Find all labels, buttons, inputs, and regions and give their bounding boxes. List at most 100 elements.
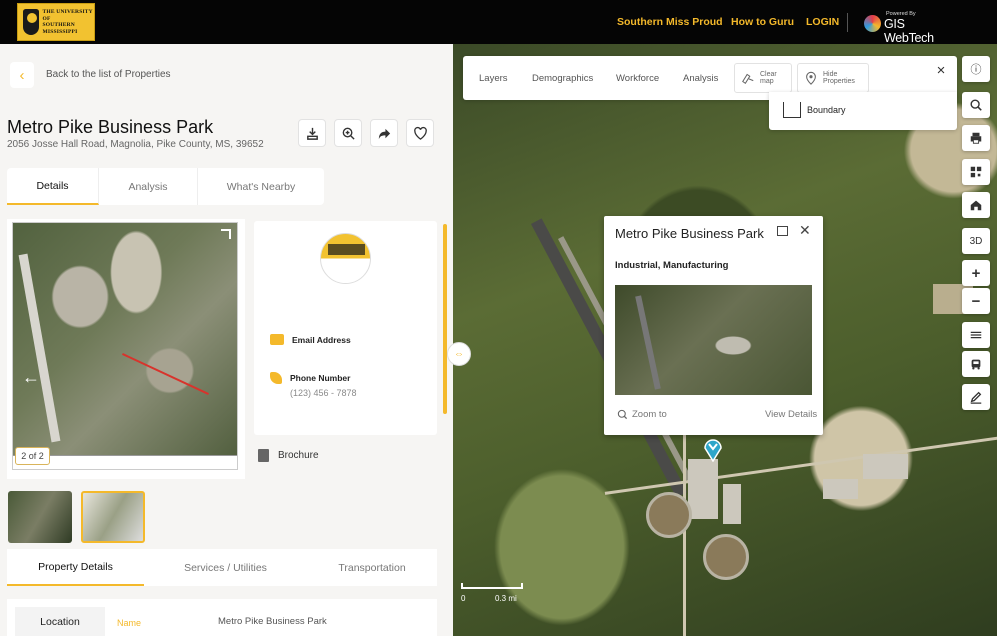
map-building xyxy=(723,484,741,524)
map-search-button[interactable] xyxy=(962,92,990,118)
minus-icon: − xyxy=(971,292,981,310)
qr-button[interactable] xyxy=(962,159,990,185)
document-icon xyxy=(258,449,269,462)
3d-button[interactable]: 3D xyxy=(962,228,990,254)
zoom-out-button[interactable]: − xyxy=(962,288,990,314)
contact-scrollbar[interactable] xyxy=(443,224,447,414)
download-icon xyxy=(306,127,318,140)
panel-resize-handle[interactable]: ⇔ xyxy=(447,342,471,366)
search-icon xyxy=(970,99,982,111)
zoom-to-button[interactable]: Zoom to xyxy=(617,409,667,420)
boundary-icon xyxy=(783,102,801,118)
name-value: Metro Pike Business Park xyxy=(218,616,327,627)
transit-button[interactable] xyxy=(962,351,990,377)
arrows-icon: ⇔ xyxy=(454,348,464,360)
boundary-label: Boundary xyxy=(807,105,846,115)
thumbnail-1[interactable] xyxy=(8,491,72,543)
logo-text: THE UNIVERSITY OF SOUTHERN MISSISSIPPI xyxy=(42,9,93,35)
download-button[interactable] xyxy=(298,119,326,147)
share-icon xyxy=(378,128,390,139)
top-bar: THE UNIVERSITY OF SOUTHERN MISSISSIPPI S… xyxy=(0,0,997,45)
property-panel: ‹ Back to the list of Properties Metro P… xyxy=(0,44,453,636)
location-heading: Location xyxy=(15,607,105,636)
eraser-icon xyxy=(742,73,754,84)
zoom-icon xyxy=(617,409,628,420)
location-section: Location Name Metro Pike Business Park xyxy=(7,599,437,636)
map-building xyxy=(688,459,718,519)
scale-bar xyxy=(461,583,523,589)
draw-button[interactable] xyxy=(962,384,990,410)
map-building xyxy=(823,479,858,499)
phone-row: Phone Number xyxy=(270,372,350,384)
university-logo[interactable]: THE UNIVERSITY OF SOUTHERN MISSISSIPPI xyxy=(17,3,95,41)
layers-button[interactable] xyxy=(962,322,990,348)
nav-how-to-guru[interactable]: How to Guru xyxy=(731,0,794,44)
name-label: Name xyxy=(117,618,142,628)
email-label: Email Address xyxy=(292,334,351,345)
property-title: Metro Pike Business Park xyxy=(7,117,214,137)
view-details-link[interactable]: View Details xyxy=(765,409,817,420)
home-icon xyxy=(970,200,982,211)
boundary-line xyxy=(122,353,209,395)
location-marker-icon[interactable] xyxy=(703,434,723,462)
back-button[interactable]: ‹ xyxy=(10,62,34,88)
zoom-in-button[interactable]: + xyxy=(962,260,990,286)
pencil-icon xyxy=(970,391,982,404)
bus-icon xyxy=(971,359,981,370)
plus-icon: + xyxy=(971,264,981,282)
envelope-icon xyxy=(270,334,284,345)
image-gallery: ← xyxy=(7,219,245,479)
hide-properties-button[interactable]: Hide Properties xyxy=(797,63,869,93)
3d-label: 3D xyxy=(969,235,983,247)
property-popup: Metro Pike Business Park Industrial, Man… xyxy=(604,216,823,435)
home-button[interactable] xyxy=(962,192,990,218)
map-tab-layers[interactable]: Layers xyxy=(479,73,508,84)
tab-whats-nearby[interactable]: What's Nearby xyxy=(198,168,324,205)
brochure-link[interactable]: Brochure xyxy=(258,449,319,462)
qr-icon xyxy=(970,166,982,178)
tab-details[interactable]: Details xyxy=(7,168,99,205)
globe-icon xyxy=(864,15,881,32)
favorite-button[interactable] xyxy=(406,119,434,147)
boundary-dropdown[interactable]: Boundary xyxy=(769,92,957,130)
info-icon: ⓘ xyxy=(970,64,982,76)
heart-icon xyxy=(413,126,427,140)
map-tab-analysis[interactable]: Analysis xyxy=(683,73,718,84)
zoom-button[interactable] xyxy=(334,119,362,147)
back-label[interactable]: Back to the list of Properties xyxy=(46,69,171,80)
phone-icon xyxy=(270,372,282,384)
image-counter: 2 of 2 xyxy=(15,447,50,465)
tab-analysis[interactable]: Analysis xyxy=(99,168,198,205)
map-tab-demographics[interactable]: Demographics xyxy=(532,73,593,84)
print-button[interactable] xyxy=(962,125,990,151)
thumbnail-2[interactable] xyxy=(81,491,145,543)
tab-services-utilities[interactable]: Services / Utilities xyxy=(144,549,307,586)
map-pond xyxy=(703,534,749,580)
brand-name: GIS WebTech xyxy=(884,17,934,45)
map-pin-icon xyxy=(806,71,816,85)
nav-login[interactable]: LOGIN xyxy=(806,0,839,44)
share-button[interactable] xyxy=(370,119,398,147)
gis-webtech-brand[interactable]: Powered By GIS WebTech xyxy=(864,11,954,45)
clear-map-button[interactable]: Clear map xyxy=(734,63,792,93)
map-tab-workforce[interactable]: Workforce xyxy=(616,73,659,84)
property-map-image[interactable] xyxy=(12,222,238,470)
maximize-icon[interactable] xyxy=(777,226,788,236)
tab-property-details[interactable]: Property Details xyxy=(7,549,144,586)
popup-image xyxy=(615,285,812,395)
close-icon[interactable]: × xyxy=(934,63,948,78)
email-row[interactable]: Email Address xyxy=(270,334,351,345)
previous-image-icon[interactable]: ← xyxy=(22,367,40,388)
tab-transportation[interactable]: Transportation xyxy=(307,549,437,586)
popup-title: Metro Pike Business Park xyxy=(615,226,764,241)
expand-icon[interactable] xyxy=(221,229,231,239)
popup-close-icon[interactable]: ✕ xyxy=(799,222,811,239)
scale-start: 0 xyxy=(461,594,466,603)
phone-number[interactable]: (123) 456 - 7878 xyxy=(290,388,357,398)
phone-label: Phone Number xyxy=(290,373,351,383)
runway-shape xyxy=(18,253,61,443)
nav-southern-miss-proud[interactable]: Southern Miss Proud xyxy=(617,0,723,44)
info-button[interactable]: ⓘ xyxy=(962,56,990,82)
brochure-label: Brochure xyxy=(278,450,319,461)
layers-icon xyxy=(970,331,982,339)
